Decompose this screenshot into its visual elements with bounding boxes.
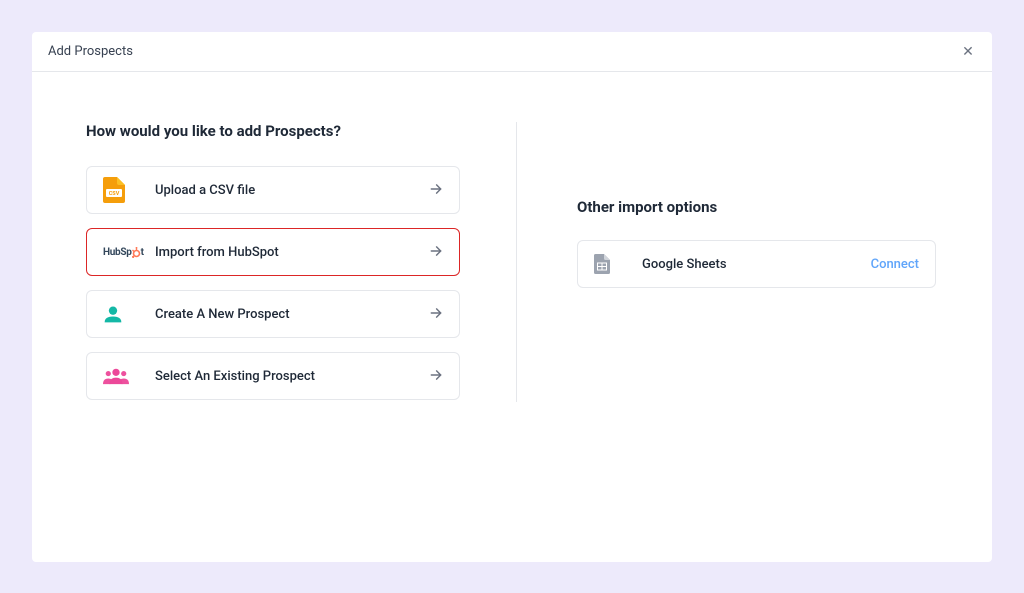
other-option-label: Google Sheets [622, 257, 871, 272]
hubspot-icon: HubSp t [103, 247, 143, 258]
option-label: Upload a CSV file [143, 183, 429, 198]
close-button[interactable]: ✕ [960, 44, 976, 60]
arrow-right-icon [429, 181, 443, 200]
option-create-prospect[interactable]: Create A New Prospect [86, 290, 460, 338]
connect-link[interactable]: Connect [871, 257, 919, 272]
option-select-existing[interactable]: Select An Existing Prospect [86, 352, 460, 400]
option-import-hubspot[interactable]: HubSp t Import from HubSpot [86, 228, 460, 276]
right-pane: Other import options Google Sheets Conne… [516, 122, 936, 402]
users-group-icon [103, 367, 143, 385]
modal-body: How would you like to add Prospects? CSV… [32, 72, 992, 452]
arrow-right-icon [429, 243, 443, 262]
close-icon: ✕ [962, 43, 974, 60]
left-heading: How would you like to add Prospects? [86, 122, 460, 140]
option-upload-csv[interactable]: CSV Upload a CSV file [86, 166, 460, 214]
option-label: Create A New Prospect [143, 307, 429, 322]
option-label: Import from HubSpot [143, 245, 429, 260]
option-label: Select An Existing Prospect [143, 369, 429, 384]
csv-file-icon: CSV [103, 177, 143, 203]
google-sheets-icon [594, 254, 622, 274]
svg-text:CSV: CSV [109, 191, 120, 197]
right-heading: Other import options [577, 198, 936, 216]
arrow-right-icon [429, 367, 443, 386]
arrow-right-icon [429, 305, 443, 324]
other-option-google-sheets: Google Sheets Connect [577, 240, 936, 288]
add-prospects-modal: Add Prospects ✕ How would you like to ad… [32, 32, 992, 562]
option-list: CSV Upload a CSV file HubSp [86, 166, 460, 400]
left-pane: How would you like to add Prospects? CSV… [86, 122, 516, 402]
modal-header: Add Prospects ✕ [32, 32, 992, 72]
user-icon [103, 304, 143, 324]
modal-title: Add Prospects [48, 44, 133, 59]
